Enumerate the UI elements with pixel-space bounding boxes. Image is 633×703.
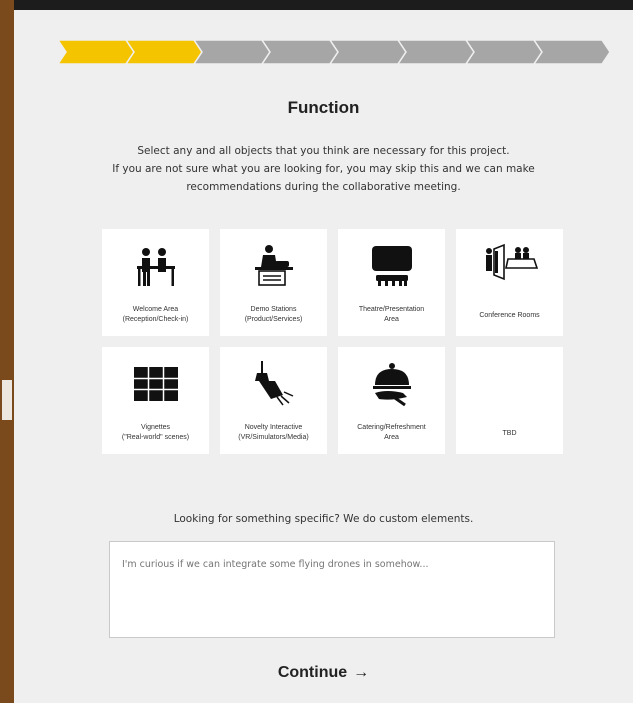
label-line: (Reception/Check-in) (122, 315, 189, 323)
label-line: ("Real-world" scenes) (121, 433, 190, 441)
intro-line: If you are not sure what you are looking… (112, 163, 535, 175)
progress-step-pending (465, 40, 543, 64)
label-line: Demo Stations (250, 306, 297, 313)
label-line: (Product/Services) (244, 315, 303, 323)
vr-headset-icon (220, 359, 327, 409)
label-line: Theatre/Presentation (358, 306, 425, 313)
option-label: Theatre/Presentation Area (342, 305, 441, 324)
label-line: Novelty Interactive (244, 424, 303, 431)
option-label: Catering/Refreshment Area (342, 423, 441, 442)
option-theatre-presentation[interactable]: Theatre/Presentation Area (338, 229, 445, 336)
progress-chevrons (58, 40, 610, 64)
continue-label: Continue (277, 664, 348, 681)
option-label: Conference Rooms (460, 311, 559, 321)
label-line: Area (384, 433, 399, 441)
label-line: Catering/Refreshment (357, 424, 426, 431)
progress-step-pending (533, 40, 610, 64)
option-catering-refreshment[interactable]: Catering/Refreshment Area (338, 347, 445, 454)
label-line: TBD (502, 430, 517, 437)
demo-station-icon (220, 241, 327, 291)
custom-request-textarea[interactable] (109, 541, 555, 638)
option-novelty-interactive[interactable]: Novelty Interactive (VR/Simulators/Media… (220, 347, 327, 454)
arrow-right-icon: → (353, 664, 370, 681)
continue-button[interactable]: Continue → (14, 664, 633, 682)
progress-step-complete (58, 40, 135, 64)
reception-desk-icon (102, 241, 209, 291)
custom-elements-prompt: Looking for something specific? We do cu… (173, 513, 474, 525)
background-hint (2, 380, 12, 420)
label-line: Welcome Area (132, 306, 179, 313)
option-label: TBD (460, 429, 559, 439)
grid-icon (102, 359, 209, 409)
label-line: Area (384, 315, 399, 323)
intro-line: Select any and all objects that you thin… (137, 145, 510, 157)
progress-step-pending (397, 40, 475, 64)
progress-step-pending (193, 40, 271, 64)
option-welcome-area[interactable]: Welcome Area (Reception/Check-in) (102, 229, 209, 336)
option-conference-rooms[interactable]: Conference Rooms (456, 229, 563, 336)
label-line: Vignettes (140, 424, 171, 431)
theatre-icon (338, 241, 445, 291)
page-title: Function (287, 98, 360, 117)
progress-step-pending (261, 40, 339, 64)
progress-bar (58, 40, 610, 64)
intro-text: Select any and all objects that you thin… (14, 142, 633, 196)
option-tbd[interactable]: TBD (456, 347, 563, 454)
conference-room-icon (456, 241, 563, 291)
label-line: Conference Rooms (479, 312, 540, 319)
progress-step-pending (329, 40, 407, 64)
option-vignettes[interactable]: Vignettes ("Real-world" scenes) (102, 347, 209, 454)
option-label: Welcome Area (Reception/Check-in) (106, 305, 205, 324)
option-demo-stations[interactable]: Demo Stations (Product/Services) (220, 229, 327, 336)
label-line: (VR/Simulators/Media) (238, 433, 309, 441)
option-label: Demo Stations (Product/Services) (224, 305, 323, 324)
option-label: Novelty Interactive (VR/Simulators/Media… (224, 423, 323, 442)
intro-line: recommendations during the collaborative… (186, 181, 461, 193)
option-label: Vignettes ("Real-world" scenes) (106, 423, 205, 442)
function-step-panel: Function Select any and all objects that… (14, 10, 633, 703)
background-edge (0, 0, 14, 703)
progress-step-complete (125, 40, 203, 64)
cloche-icon (338, 359, 445, 409)
